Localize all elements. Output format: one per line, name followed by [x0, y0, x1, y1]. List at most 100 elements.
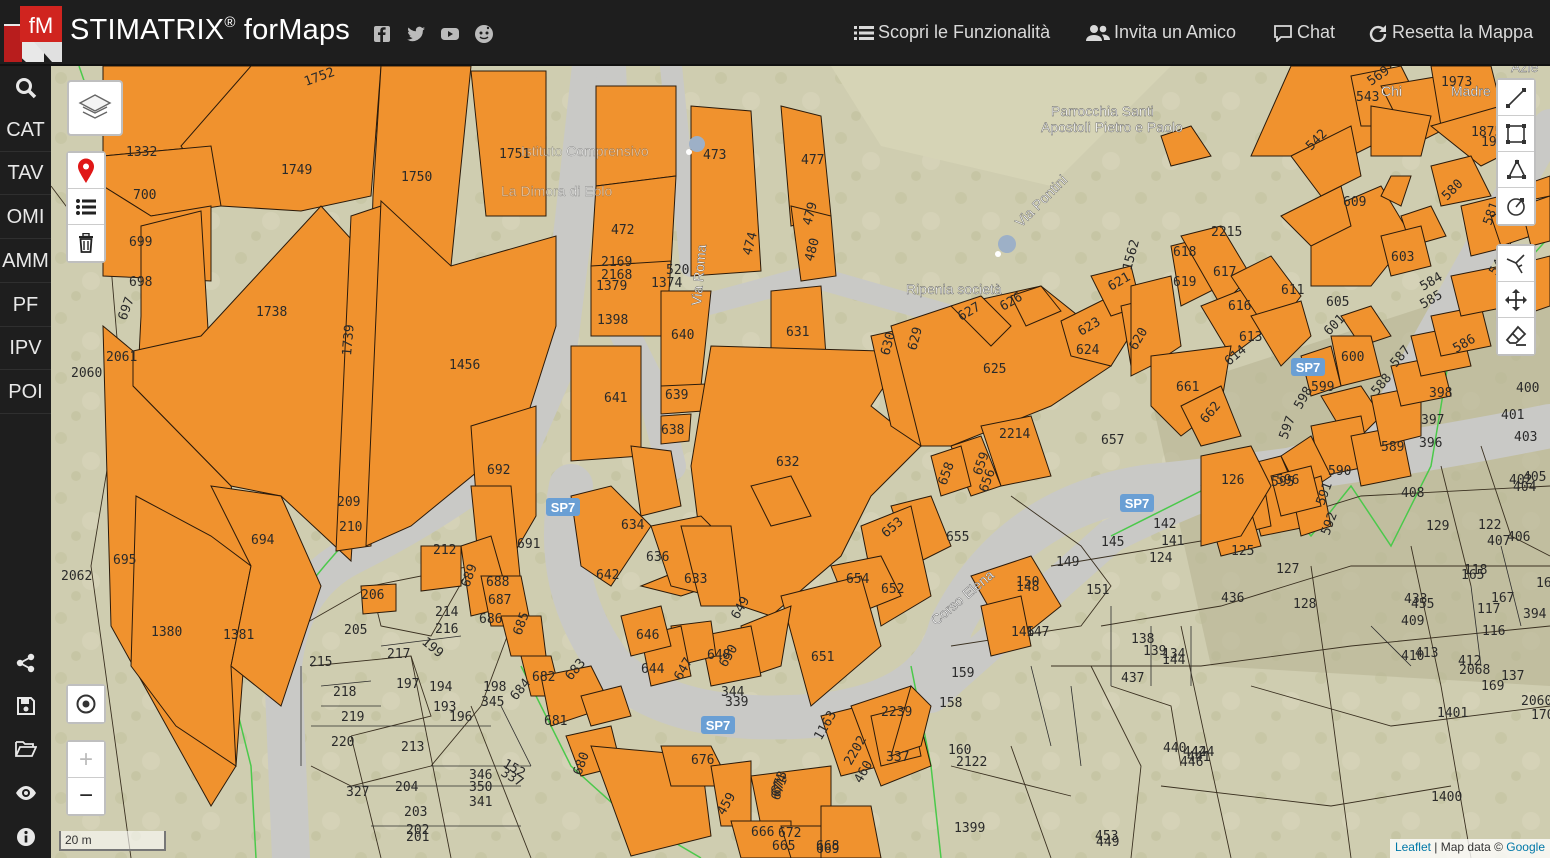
parcel-number[interactable]: 669 — [816, 842, 839, 857]
parcel-number[interactable]: 700 — [133, 188, 156, 203]
locate-me-button[interactable] — [68, 686, 104, 722]
twitter-icon[interactable] — [406, 24, 426, 44]
parcel-number[interactable]: 2215 — [1211, 225, 1242, 240]
parcel-number[interactable]: 687 — [488, 593, 511, 608]
google-link[interactable]: Google — [1506, 840, 1545, 854]
parcel-number[interactable]: 158 — [939, 696, 962, 711]
parcel-number[interactable]: 168 — [1536, 576, 1550, 591]
parcel-number[interactable]: 631 — [786, 325, 809, 340]
parcel-number[interactable]: 681 — [544, 714, 567, 729]
parcel-number[interactable]: 639 — [665, 388, 688, 403]
parcel-number[interactable]: 665 — [772, 839, 795, 854]
parcel-number[interactable]: 599 — [1311, 380, 1334, 395]
parcel-number[interactable]: 2214 — [999, 427, 1030, 442]
parcel-number[interactable]: 676 — [691, 753, 714, 768]
youtube-icon[interactable] — [440, 24, 460, 44]
parcel-number[interactable]: 688 — [486, 575, 509, 590]
parcel-number[interactable]: 619 — [1173, 275, 1196, 290]
parcel-number[interactable]: 344 — [721, 685, 745, 700]
parcel-number[interactable]: 1456 — [449, 358, 480, 373]
parcel-number[interactable]: 2068 — [1459, 663, 1490, 678]
parcel-number[interactable]: 1332 — [126, 145, 157, 160]
parcel-number[interactable]: 1749 — [281, 163, 312, 178]
parcel-number[interactable]: 122 — [1478, 518, 1501, 533]
parcel-number[interactable]: 149 — [1056, 555, 1079, 570]
parcel-number[interactable]: 116 — [1482, 624, 1505, 639]
parcel-number[interactable]: 455 — [1411, 597, 1434, 612]
parcel-number[interactable]: 125 — [1231, 544, 1254, 559]
parcel-number[interactable]: 617 — [1213, 265, 1236, 280]
draw-rectangle-button[interactable] — [1498, 116, 1534, 152]
parcel-number[interactable]: 408 — [1401, 486, 1424, 501]
parcel-number[interactable]: 625 — [983, 362, 1006, 377]
parcel-number[interactable]: 327 — [346, 785, 369, 800]
parcel-number[interactable]: 159 — [951, 666, 974, 681]
parcel-number[interactable]: 198 — [483, 680, 506, 695]
parcel-number[interactable]: 596 — [1276, 473, 1299, 488]
parcel-number[interactable]: 1381 — [223, 628, 254, 643]
parcel-number[interactable]: 642 — [596, 568, 619, 583]
parcel-number[interactable]: 661 — [1176, 380, 1199, 395]
parcel-number[interactable]: 695 — [113, 553, 136, 568]
parcel-number[interactable]: 405 — [1523, 470, 1546, 485]
parcel-number[interactable]: 145 — [1101, 535, 1124, 550]
parcel-number[interactable]: 641 — [604, 391, 627, 406]
parcel-number[interactable]: 148 — [1016, 580, 1039, 595]
parcel-number[interactable]: 632 — [776, 455, 799, 470]
draw-circle-button[interactable] — [1498, 188, 1534, 224]
parcel-number[interactable]: 600 — [1341, 350, 1364, 365]
parcel-number[interactable]: 1374 — [651, 276, 682, 291]
parcel-number[interactable]: 350 — [469, 780, 492, 795]
chat-link[interactable]: Chat — [1273, 22, 1335, 43]
parcel-number[interactable]: 657 — [1101, 433, 1124, 448]
parcel-number[interactable]: 624 — [1076, 343, 1100, 358]
parcel-number[interactable]: 2122 — [956, 755, 987, 770]
list-features-button[interactable] — [68, 189, 104, 225]
eraser-tool-button[interactable] — [1498, 318, 1534, 354]
parcel-number[interactable]: 403 — [1514, 430, 1537, 445]
parcel-number[interactable]: 129 — [1426, 519, 1449, 534]
parcel-number[interactable]: 142 — [1153, 517, 1176, 532]
sidebar-item-poi[interactable]: POI — [0, 371, 51, 414]
parcel-number[interactable]: 400 — [1516, 381, 1539, 396]
parcel-number[interactable]: 543 — [1356, 90, 1379, 105]
parcel-number[interactable]: 126 — [1221, 473, 1244, 488]
layers-control[interactable] — [67, 80, 123, 136]
parcel-number[interactable]: 345 — [481, 695, 504, 710]
sidebar-item-cat[interactable]: CAT — [0, 109, 51, 152]
parcel-number[interactable]: 1750 — [401, 170, 432, 185]
parcel-number[interactable]: 401 — [1501, 408, 1524, 423]
parcel-number[interactable]: 652 — [881, 582, 904, 597]
move-tool-button[interactable] — [1498, 282, 1534, 318]
parcel-number[interactable]: 611 — [1281, 283, 1304, 298]
parcel-number[interactable]: 1379 — [596, 279, 627, 294]
parcel-number[interactable]: 590 — [1328, 464, 1351, 479]
parcel-number[interactable]: 1400 — [1431, 790, 1462, 805]
parcel-number[interactable]: 616 — [1228, 299, 1251, 314]
parcel-number[interactable]: 692 — [487, 463, 510, 478]
parcel-number[interactable]: 203 — [404, 805, 427, 820]
parcel-number[interactable]: 141 — [1161, 534, 1184, 549]
parcel-number[interactable]: 666 — [751, 825, 774, 840]
parcel-number[interactable]: 605 — [1326, 295, 1349, 310]
visibility-button[interactable] — [0, 771, 51, 814]
parcel-number[interactable]: 398 — [1429, 386, 1452, 401]
parcel-number[interactable]: 640 — [671, 328, 694, 343]
parcel-number[interactable]: 218 — [333, 685, 356, 700]
parcel-number[interactable]: 219 — [341, 710, 364, 725]
open-folder-button[interactable] — [0, 727, 51, 770]
search-button[interactable] — [0, 66, 51, 109]
parcel-number[interactable]: 589 — [1381, 440, 1404, 455]
parcel-number[interactable]: 337 — [886, 750, 909, 765]
parcel-number[interactable]: 699 — [129, 235, 152, 250]
parcel-number[interactable]: 204 — [395, 780, 419, 795]
parcel-number[interactable]: 407 — [1487, 534, 1510, 549]
zoom-in-button[interactable]: + — [68, 742, 104, 778]
parcel-number[interactable]: 397 — [1421, 413, 1444, 428]
parcel-number[interactable]: 212 — [433, 543, 456, 558]
parcel-number[interactable]: 654 — [846, 572, 870, 587]
parcel-number[interactable]: 409 — [1401, 614, 1424, 629]
parcel-number[interactable]: 170 — [1531, 708, 1550, 723]
parcel-number[interactable]: 618 — [1173, 245, 1196, 260]
parcel-number[interactable]: 609 — [1343, 195, 1366, 210]
